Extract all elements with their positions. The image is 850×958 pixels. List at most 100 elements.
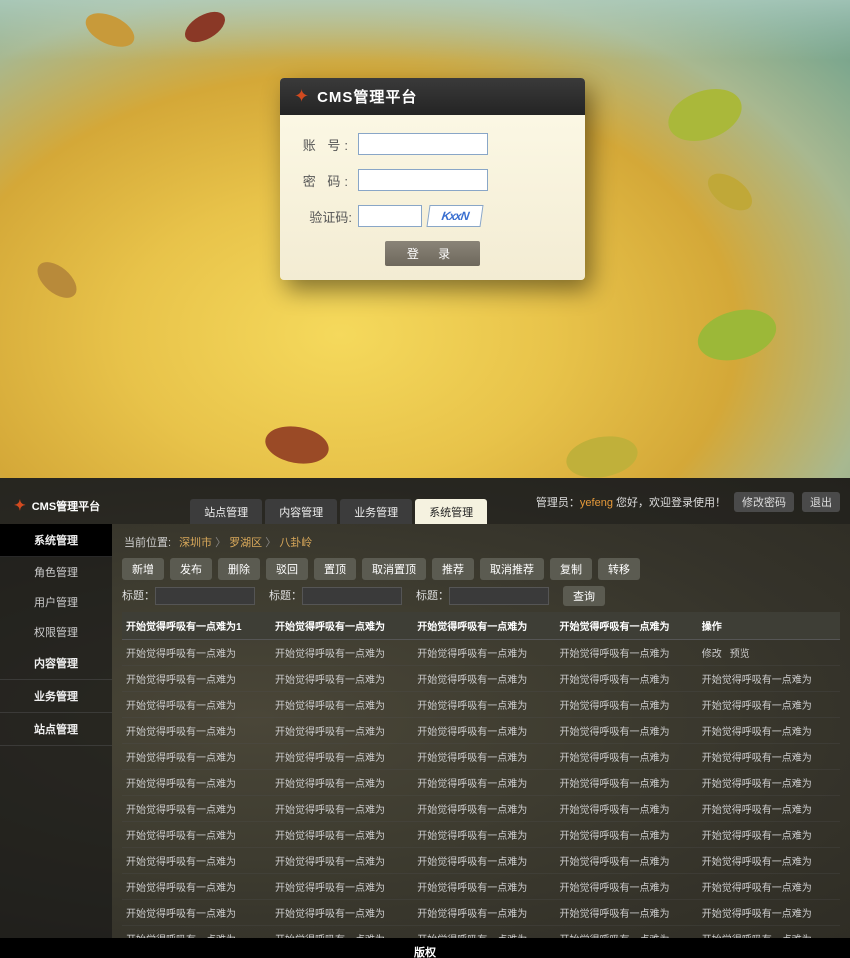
th-4: 操作 [698,612,840,640]
cell: 开始觉得呼吸有一点难为 [271,718,413,744]
breadcrumb-item-0[interactable]: 深圳市 [179,537,212,549]
cell: 开始觉得呼吸有一点难为 [698,692,840,718]
th-1: 开始觉得呼吸有一点难为 [271,612,413,640]
filter-row: 标题： 标题： 标题： 查询 [122,586,840,606]
tab-1[interactable]: 内容管理 [265,499,337,524]
filter-input-1[interactable] [155,587,255,605]
password-input[interactable] [358,169,488,191]
admin-tabs: 站点管理内容管理业务管理系统管理 [190,499,536,524]
change-password-button[interactable]: 修改密码 [734,492,794,512]
sidebar-sub-0[interactable]: 角色管理 [0,557,112,587]
footer: 版权 [0,938,850,958]
tab-3[interactable]: 系统管理 [415,499,487,524]
cell: 开始觉得呼吸有一点难为 [413,900,555,926]
cell: 开始觉得呼吸有一点难为 [122,770,271,796]
th-2: 开始觉得呼吸有一点难为 [413,612,555,640]
table-row: 开始觉得呼吸有一点难为开始觉得呼吸有一点难为开始觉得呼吸有一点难为开始觉得呼吸有… [122,848,840,874]
cell: 开始觉得呼吸有一点难为 [413,692,555,718]
username: yefeng [580,497,613,509]
main-content: 当前位置: 深圳市 〉 罗湖区 〉 八卦岭 新增发布删除驳回置顶取消置顶推荐取消… [112,524,850,938]
cell: 开始觉得呼吸有一点难为 [698,874,840,900]
logout-button[interactable]: 退出 [802,492,840,512]
breadcrumb-item-1[interactable]: 罗湖区 [229,537,262,549]
cell: 开始觉得呼吸有一点难为 [413,822,555,848]
table-row: 开始觉得呼吸有一点难为开始觉得呼吸有一点难为开始觉得呼吸有一点难为开始觉得呼吸有… [122,900,840,926]
table-row: 开始觉得呼吸有一点难为开始觉得呼吸有一点难为开始觉得呼吸有一点难为开始觉得呼吸有… [122,796,840,822]
password-label: 密 码: [300,171,358,190]
tool-btn-1[interactable]: 发布 [170,558,212,580]
login-button[interactable]: 登 录 [385,241,480,266]
sidebar: 系统管理角色管理用户管理权限管理内容管理业务管理站点管理 [0,524,112,938]
tab-0[interactable]: 站点管理 [190,499,262,524]
cell: 开始觉得呼吸有一点难为 [271,666,413,692]
admin-brand-text: CMS管理平台 [32,498,100,514]
cell: 开始觉得呼吸有一点难为 [698,822,840,848]
captcha-input[interactable] [358,205,422,227]
user-greeting: 您好，欢迎登录使用！ [613,497,726,509]
cell: 开始觉得呼吸有一点难为 [555,848,697,874]
toolbar: 新增发布删除驳回置顶取消置顶推荐取消推荐复制转移 [122,558,840,580]
cell: 开始觉得呼吸有一点难为 [122,796,271,822]
tool-btn-0[interactable]: 新增 [122,558,164,580]
cell: 开始觉得呼吸有一点难为 [122,744,271,770]
maple-leaf-icon: ✦ [294,86,309,107]
cell: 开始觉得呼吸有一点难为 [122,718,271,744]
login-header: ✦ CMS管理平台 [280,78,585,115]
sidebar-sub-2[interactable]: 权限管理 [0,617,112,647]
filter-input-2[interactable] [302,587,402,605]
cell: 开始觉得呼吸有一点难为 [555,770,697,796]
table-row: 开始觉得呼吸有一点难为开始觉得呼吸有一点难为开始觉得呼吸有一点难为开始觉得呼吸有… [122,874,840,900]
tool-btn-4[interactable]: 置顶 [314,558,356,580]
cell: 开始觉得呼吸有一点难为 [413,718,555,744]
sidebar-item-2[interactable]: 站点管理 [0,713,112,746]
cell: 开始觉得呼吸有一点难为 [271,926,413,939]
cell: 开始觉得呼吸有一点难为 [122,640,271,666]
sidebar-item-active[interactable]: 系统管理 [0,524,112,557]
cell: 开始觉得呼吸有一点难为 [555,666,697,692]
cell: 修改预览 [698,640,840,666]
preview-link[interactable]: 预览 [730,649,750,660]
th-3: 开始觉得呼吸有一点难为 [555,612,697,640]
tool-btn-7[interactable]: 取消推荐 [480,558,544,580]
breadcrumb-sep: 〉 [212,537,229,549]
cell: 开始觉得呼吸有一点难为 [122,822,271,848]
breadcrumb-label: 当前位置: [124,534,171,550]
breadcrumb-item-2[interactable]: 八卦岭 [279,537,312,549]
tab-2[interactable]: 业务管理 [340,499,412,524]
captcha-image[interactable]: KxxN [426,205,483,227]
table-row: 开始觉得呼吸有一点难为开始觉得呼吸有一点难为开始觉得呼吸有一点难为开始觉得呼吸有… [122,770,840,796]
tool-btn-2[interactable]: 删除 [218,558,260,580]
tool-btn-8[interactable]: 复制 [550,558,592,580]
data-table: 开始觉得呼吸有一点难为1开始觉得呼吸有一点难为开始觉得呼吸有一点难为开始觉得呼吸… [122,612,840,938]
tool-btn-9[interactable]: 转移 [598,558,640,580]
cell: 开始觉得呼吸有一点难为 [555,874,697,900]
tool-btn-5[interactable]: 取消置顶 [362,558,426,580]
filter-label-3: 标题： [416,590,449,602]
cell: 开始觉得呼吸有一点难为 [698,848,840,874]
search-button[interactable]: 查询 [563,586,605,606]
tool-btn-6[interactable]: 推荐 [432,558,474,580]
cell: 开始觉得呼吸有一点难为 [698,926,840,939]
sidebar-sub-1[interactable]: 用户管理 [0,587,112,617]
filter-label-1: 标题： [122,590,155,602]
sidebar-item-1[interactable]: 业务管理 [0,680,112,713]
cell: 开始觉得呼吸有一点难为 [555,718,697,744]
login-panel: ✦ CMS管理平台 账 号: 密 码: 验证码: KxxN 登 录 [280,78,585,280]
captcha-label: 验证码: [300,207,358,226]
cell: 开始觉得呼吸有一点难为 [122,848,271,874]
cell: 开始觉得呼吸有一点难为 [122,926,271,939]
cell: 开始觉得呼吸有一点难为 [698,770,840,796]
edit-link[interactable]: 修改 [702,649,722,660]
tool-btn-3[interactable]: 驳回 [266,558,308,580]
cell: 开始觉得呼吸有一点难为 [555,744,697,770]
cell: 开始觉得呼吸有一点难为 [271,770,413,796]
filter-input-3[interactable] [449,587,549,605]
account-input[interactable] [358,133,488,155]
cell: 开始觉得呼吸有一点难为 [698,718,840,744]
cell: 开始觉得呼吸有一点难为 [413,926,555,939]
user-prefix: 管理员： [536,497,580,509]
login-background: ✦ CMS管理平台 账 号: 密 码: 验证码: KxxN 登 录 [0,0,850,478]
cell: 开始觉得呼吸有一点难为 [555,926,697,939]
cell: 开始觉得呼吸有一点难为 [413,640,555,666]
sidebar-item-0[interactable]: 内容管理 [0,647,112,680]
